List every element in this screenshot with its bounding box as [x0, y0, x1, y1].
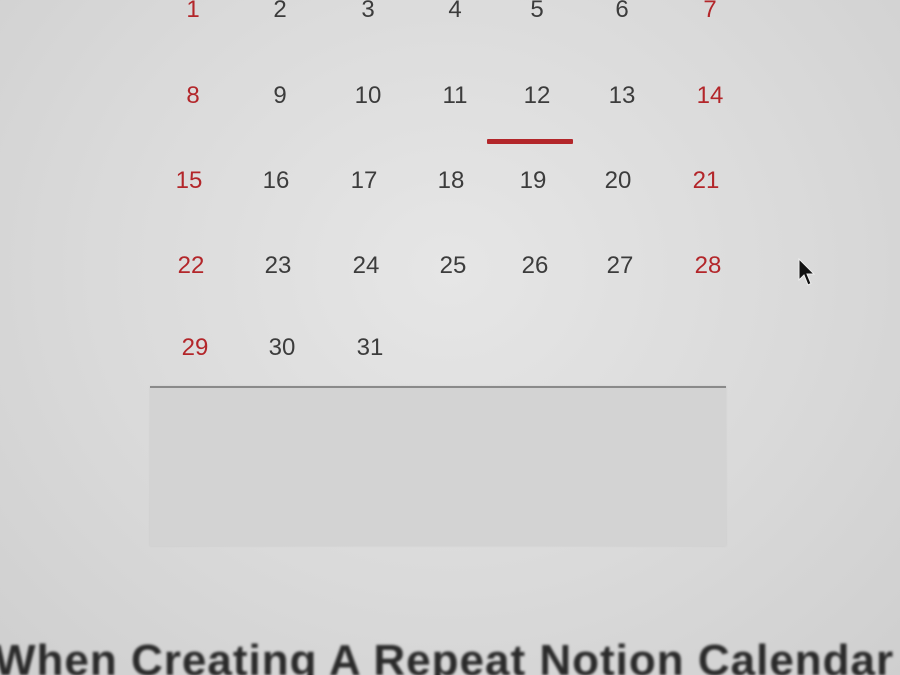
calendar-footer-panel [150, 386, 726, 546]
calendar-day-13[interactable]: 13 [592, 82, 652, 110]
calendar-day-25[interactable]: 25 [423, 252, 483, 280]
calendar-day-14[interactable]: 14 [680, 82, 740, 110]
calendar-day-30[interactable]: 30 [252, 334, 312, 362]
calendar-day-4[interactable]: 4 [425, 0, 485, 24]
calendar-day-18[interactable]: 18 [421, 167, 481, 195]
calendar-day-17[interactable]: 17 [334, 167, 394, 195]
calendar-day-20[interactable]: 20 [588, 167, 648, 195]
calendar-day-1[interactable]: 1 [163, 0, 223, 24]
calendar-day-10[interactable]: 10 [338, 82, 398, 110]
calendar-day-5[interactable]: 5 [507, 0, 567, 24]
calendar-day-28[interactable]: 28 [678, 252, 738, 280]
calendar-day-23[interactable]: 23 [248, 252, 308, 280]
calendar-day-31[interactable]: 31 [340, 334, 400, 362]
calendar-day-9[interactable]: 9 [250, 82, 310, 110]
calendar-day-2[interactable]: 2 [250, 0, 310, 24]
calendar-day-21[interactable]: 21 [676, 167, 736, 195]
calendar-day-24[interactable]: 24 [336, 252, 396, 280]
arrow-cursor-icon [798, 258, 816, 286]
calendar-day-26[interactable]: 26 [505, 252, 565, 280]
calendar-day-27[interactable]: 27 [590, 252, 650, 280]
article-heading: When Creating A Repeat Notion Calendar [0, 636, 895, 675]
calendar-day-29[interactable]: 29 [165, 334, 225, 362]
calendar-day-7[interactable]: 7 [680, 0, 740, 24]
calendar-day-19[interactable]: 19 [503, 167, 563, 195]
calendar-day-15[interactable]: 15 [159, 167, 219, 195]
calendar-grid: 1 2 3 4 5 6 7 8 9 10 11 12 13 14 15 16 17 18 19 20 21 22 23 24 2… [150, 0, 730, 400]
calendar-day-3[interactable]: 3 [338, 0, 398, 24]
calendar-day-6[interactable]: 6 [592, 0, 652, 24]
calendar-day-8[interactable]: 8 [163, 82, 223, 110]
calendar-day-22[interactable]: 22 [161, 252, 221, 280]
calendar-day-12[interactable]: 12 [507, 82, 567, 110]
calendar-day-16[interactable]: 16 [246, 167, 306, 195]
today-indicator [487, 139, 573, 144]
calendar-day-11[interactable]: 11 [425, 82, 485, 110]
